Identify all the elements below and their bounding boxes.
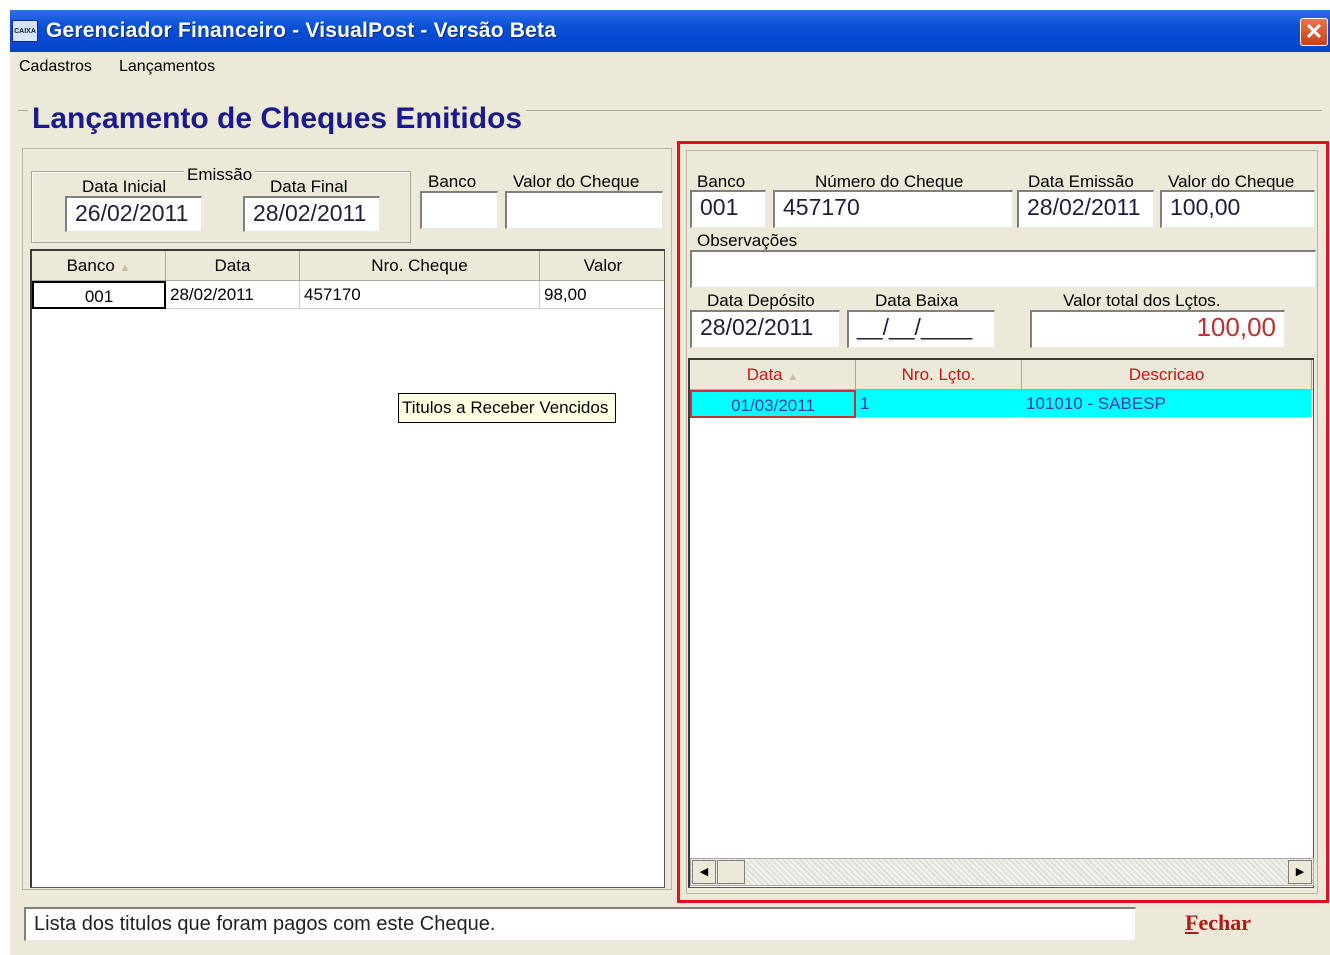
- status-bar: Lista dos titulos que foram pagos com es…: [24, 907, 1136, 941]
- data-inicial-label: Data Inicial: [82, 177, 167, 196]
- fechar-accelerator: F: [1185, 910, 1199, 935]
- menu-bar: Cadastros Lançamentos: [10, 52, 1330, 82]
- col-valor[interactable]: Valor: [540, 251, 664, 281]
- tooltip: Titulos a Receber Vencidos: [398, 393, 616, 423]
- filter-valor-input[interactable]: [505, 191, 663, 229]
- cell-data[interactable]: 28/02/2011: [166, 281, 300, 309]
- col-data[interactable]: Data: [166, 251, 300, 281]
- cell-nro[interactable]: 457170: [300, 281, 540, 309]
- highlight-frame: [677, 141, 1329, 903]
- menu-lancamentos[interactable]: Lançamentos: [119, 58, 215, 76]
- table-row[interactable]: 001 28/02/2011 457170 98,00: [32, 281, 664, 309]
- cheques-grid-header: Banco ▲ Data Nro. Cheque Valor: [32, 251, 664, 281]
- title-bar: CAIXA Gerenciador Financeiro - VisualPos…: [10, 10, 1330, 52]
- fechar-button[interactable]: Fechar: [1140, 904, 1296, 944]
- emissao-label: Emissão: [184, 165, 256, 185]
- page-title: Lançamento de Cheques Emitidos: [28, 102, 527, 136]
- data-final-label: Data Final: [270, 177, 348, 196]
- cheques-grid[interactable]: Banco ▲ Data Nro. Cheque Valor 001 28/02…: [30, 249, 665, 888]
- data-final-input[interactable]: 28/02/2011: [243, 196, 380, 232]
- col-banco-label: Banco: [66, 256, 115, 275]
- filter-valor-label: Valor do Cheque: [513, 172, 640, 191]
- data-inicial-input[interactable]: 26/02/2011: [65, 196, 202, 232]
- col-banco[interactable]: Banco ▲: [32, 251, 166, 281]
- cell-valor[interactable]: 98,00: [540, 281, 664, 309]
- menu-cadastros[interactable]: Cadastros: [19, 58, 92, 76]
- filter-banco-input[interactable]: [420, 191, 498, 229]
- app-icon: CAIXA: [12, 20, 38, 42]
- filter-banco-label: Banco: [428, 172, 477, 191]
- window-title: Gerenciador Financeiro - VisualPost - Ve…: [46, 19, 557, 42]
- col-nro-cheque[interactable]: Nro. Cheque: [300, 251, 540, 281]
- cell-banco[interactable]: 001: [32, 281, 166, 309]
- close-window-button[interactable]: ✕: [1300, 18, 1328, 46]
- sort-asc-icon: ▲: [119, 262, 131, 274]
- fechar-label: echar: [1198, 910, 1251, 935]
- app-icon-text: CAIXA: [14, 28, 36, 35]
